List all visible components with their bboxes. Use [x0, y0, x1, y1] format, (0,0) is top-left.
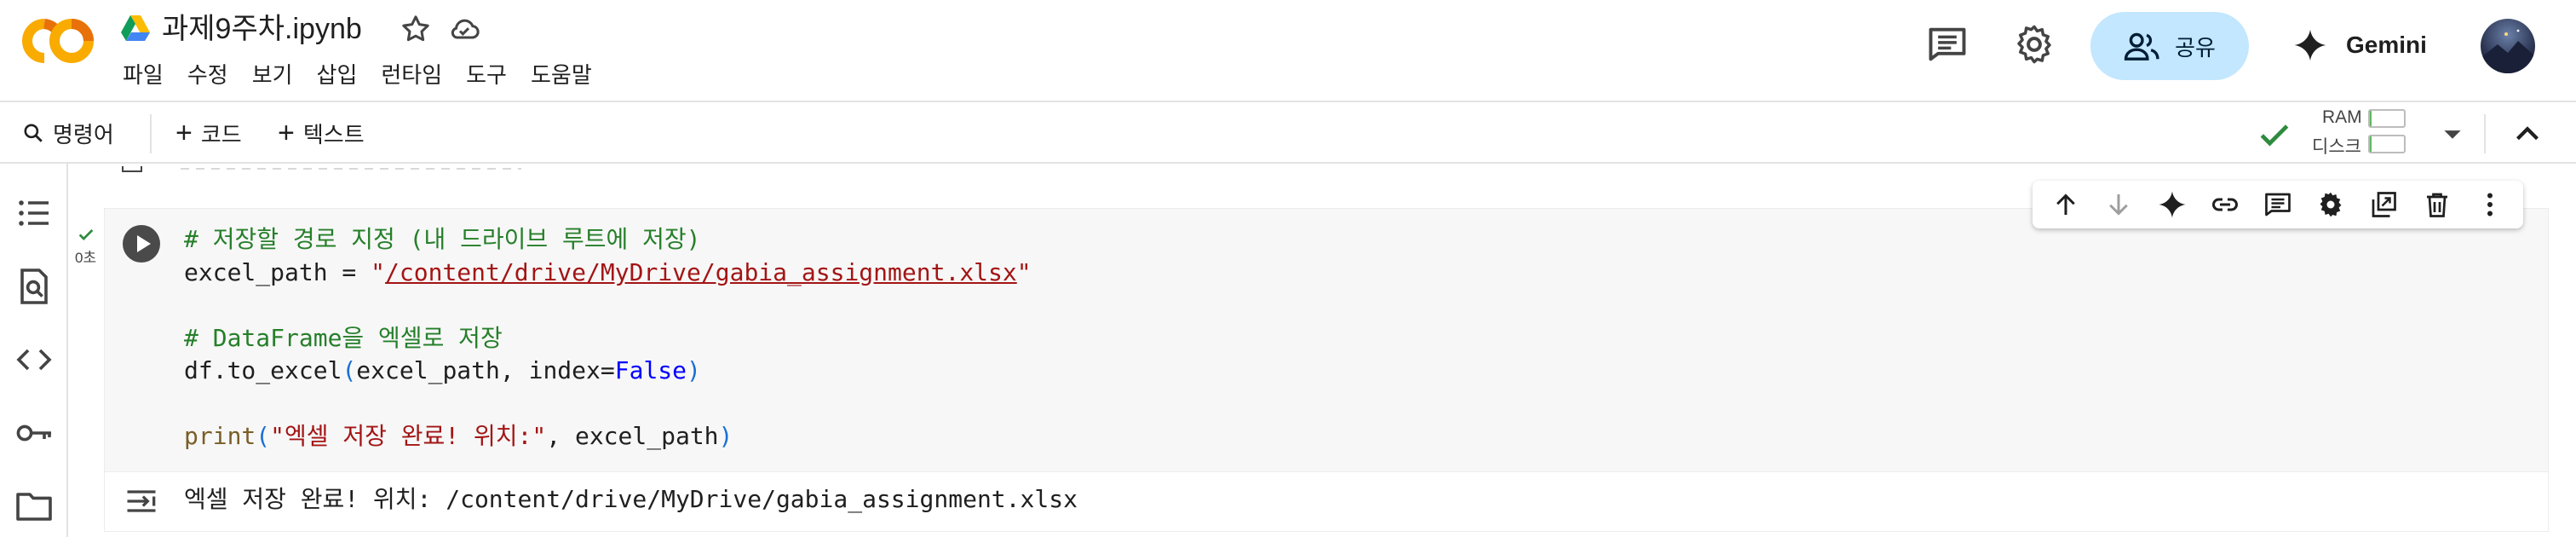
table-of-contents-icon[interactable] [14, 193, 55, 234]
output-actions-icon[interactable] [123, 482, 160, 520]
link-icon [2211, 198, 2238, 211]
menu-insert[interactable]: 삽입 [305, 58, 370, 92]
code-comment: # DataFrame을 엑셀로 저장 [184, 323, 503, 352]
comments-button[interactable] [1925, 22, 1969, 66]
chevron-up-icon [2516, 126, 2539, 141]
menu-file[interactable]: 파일 [111, 58, 175, 92]
arrow-up-icon [2056, 193, 2075, 215]
plus-icon: + [175, 117, 193, 149]
share-label: 공유 [2175, 34, 2216, 61]
gear-icon [2320, 192, 2342, 217]
code-function: print [184, 422, 256, 450]
add-text-button[interactable]: + 텍스트 [278, 114, 365, 152]
code-paren: ) [718, 422, 733, 450]
menu-tools[interactable]: 도구 [454, 58, 519, 92]
run-cell-button[interactable] [123, 225, 160, 263]
output-text: 엑셀 저장 완료! 위치: /content/drive/MyDrive/gab… [184, 485, 1078, 513]
gemini-button[interactable]: Gemini [2288, 17, 2432, 73]
ram-label: RAM [2322, 107, 2362, 127]
search-icon [24, 124, 43, 142]
more-actions-button[interactable] [2470, 184, 2510, 225]
move-cell-down-button[interactable] [2098, 184, 2139, 225]
code-paren: ( [256, 422, 271, 450]
google-drive-icon[interactable] [119, 12, 152, 44]
folder-icon[interactable] [14, 486, 55, 527]
toolbar-divider [150, 114, 152, 153]
add-code-button[interactable]: + 코드 [175, 114, 242, 152]
gemini-cell-button[interactable] [2152, 184, 2193, 225]
cell-settings-button[interactable] [2310, 184, 2351, 225]
settings-button[interactable] [2012, 22, 2056, 66]
add-text-label: 텍스트 [302, 121, 365, 147]
code-token: , excel_path [546, 422, 719, 450]
gemini-sparkle-icon [2294, 29, 2326, 61]
gemini-label: Gemini [2346, 32, 2427, 58]
menu-view[interactable]: 보기 [240, 58, 305, 92]
code-string: " [371, 257, 386, 286]
user-avatar[interactable] [2481, 19, 2535, 73]
key-icon[interactable] [14, 413, 55, 453]
mirror-cell-icon [2372, 192, 2397, 217]
code-token: excel_path, index= [356, 356, 615, 384]
execution-success-icon [77, 225, 95, 244]
code-keyword: False [614, 356, 687, 384]
code-snippets-icon[interactable] [14, 339, 55, 380]
cell-toolbar [2033, 181, 2523, 228]
share-button[interactable]: 공유 [2090, 12, 2249, 80]
open-in-tab-button[interactable] [2363, 184, 2404, 225]
plus-icon: + [278, 117, 295, 149]
menu-runtime[interactable]: 런타임 [369, 58, 454, 92]
code-paren: ) [687, 356, 701, 384]
menu-bar: 파일 수정 보기 삽입 런타임 도구 도움말 [111, 58, 604, 92]
code-string-path: /content/drive/MyDrive/gabia_assignment.… [385, 257, 1017, 286]
star-icon[interactable] [399, 12, 433, 46]
app-header: 과제9주차.ipynb 파일 수정 보기 삽입 런타임 도구 도움말 공유 Ge… [0, 0, 2576, 101]
play-icon [136, 235, 151, 252]
add-code-label: 코드 [200, 121, 242, 147]
gear-icon [2017, 25, 2051, 64]
delete-cell-button[interactable] [2417, 184, 2458, 225]
toolbar-divider [2484, 114, 2486, 153]
more-vert-icon [2487, 193, 2493, 217]
left-sidebar [0, 164, 68, 537]
code-string: " [1016, 257, 1032, 286]
code-comment: # 저장할 경로 지정 (내 드라이브 루트에 저장) [184, 225, 701, 253]
trash-icon [2426, 193, 2447, 217]
code-token: df.to_excel [184, 356, 342, 384]
ram-usage-meter[interactable] [2368, 109, 2406, 128]
disk-usage-fill [2370, 136, 2372, 152]
disk-usage-meter[interactable] [2368, 135, 2406, 153]
code-editor[interactable]: # 저장할 경로 지정 (내 드라이브 루트에 저장) excel_path =… [184, 223, 1032, 453]
code-token: excel_path = [184, 257, 371, 286]
command-palette-button[interactable]: 명령어 [22, 114, 114, 152]
menu-help[interactable]: 도움말 [519, 58, 604, 92]
find-replace-icon[interactable] [14, 266, 55, 307]
ram-usage-fill [2370, 111, 2372, 126]
comment-icon [2265, 193, 2291, 217]
colab-logo[interactable] [19, 17, 97, 65]
previous-cell-edge [104, 164, 2549, 172]
connected-check-icon[interactable] [2256, 116, 2293, 153]
add-comment-button[interactable] [2257, 184, 2298, 225]
comment-icon [1929, 27, 1966, 61]
caret-down-icon [2444, 130, 2461, 139]
notebook-title[interactable]: 과제9주차.ipynb [162, 9, 362, 49]
copy-link-button[interactable] [2205, 184, 2245, 225]
arrow-down-icon [2109, 194, 2129, 216]
people-icon [2124, 32, 2159, 61]
code-string: "엑셀 저장 완료! 위치:" [270, 422, 547, 450]
menu-edit[interactable]: 수정 [175, 58, 240, 92]
notebook-toolbar: 명령어 + 코드 + 텍스트 RAM 디스크 [0, 101, 2576, 164]
resources-dropdown-button[interactable] [2433, 114, 2472, 153]
avatar-image [2481, 29, 2535, 73]
code-paren: ( [342, 356, 357, 384]
gemini-sparkle-icon [2158, 191, 2186, 218]
move-cell-up-button[interactable] [2045, 184, 2086, 225]
command-label: 명령어 [53, 121, 114, 147]
disk-label: 디스크 [2312, 137, 2361, 157]
collapse-header-button[interactable] [2508, 114, 2547, 153]
cloud-saved-icon[interactable] [446, 12, 482, 46]
execution-time: 0초 [75, 250, 97, 266]
